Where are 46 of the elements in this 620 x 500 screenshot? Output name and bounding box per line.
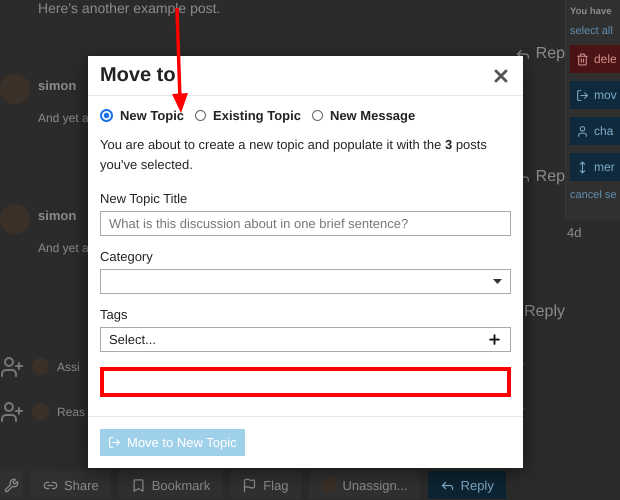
radio-button[interactable] [312,110,323,121]
destination-option[interactable]: Existing Topic [195,108,301,123]
reply-button[interactable]: Reply [428,471,506,499]
field-label: Tags [100,307,128,322]
caret-icon [493,279,502,284]
cancel-link[interactable]: cancel se [570,189,620,201]
topic-title-field[interactable]: What is this discussion about in one brief sentence? [100,211,511,236]
post-excerpt: And yet a [38,111,89,125]
action-text: Reas [57,404,86,418]
move-button[interactable]: mov [570,81,620,109]
field-label: New Topic Title [100,191,188,206]
share-button[interactable]: Share [31,471,111,499]
post-author[interactable]: simon [38,78,89,93]
user-icon [576,124,589,138]
radio-button[interactable] [100,109,113,122]
delete-button[interactable]: dele [570,45,620,73]
bookmark-icon [130,478,146,492]
post-age: 4d [567,225,582,240]
merge-button[interactable]: mer [570,153,620,181]
tags-selector[interactable]: Select... [100,327,511,352]
dialog-title: Move to [100,64,176,87]
sign-out-icon [576,88,589,102]
post-excerpt: And yet a [38,241,89,255]
select-all-link[interactable]: select all [570,25,620,37]
truncated-reply-link[interactable]: Rep [514,45,565,63]
sign-out-icon [108,436,121,449]
selection-notice: You have [570,6,613,17]
user-plus-icon [0,354,24,378]
flag-button[interactable]: Flag [230,471,301,499]
field-label: Category [100,249,154,264]
action-text: Assi [57,360,80,374]
wrench-button[interactable] [0,471,23,499]
radio-button[interactable] [195,110,206,121]
bookmark-button[interactable]: Bookmark [118,471,222,499]
destination-option[interactable]: New Topic [100,108,184,123]
destination-option[interactable]: New Message [312,108,416,123]
wrench-icon [4,478,19,492]
flag-icon [242,478,258,492]
owner-button[interactable]: cha [570,117,620,145]
post-text: Here's another example post. [37,1,222,18]
user-plus-icon [0,400,24,424]
dialog-description: You are about to create a new topic and populate it with the 3 posts you've selected. [100,136,488,174]
post-author[interactable]: simon [38,208,89,223]
unassign-button[interactable]: Unassign... [308,471,420,499]
trash-icon [576,52,589,66]
plus-icon [487,332,502,347]
